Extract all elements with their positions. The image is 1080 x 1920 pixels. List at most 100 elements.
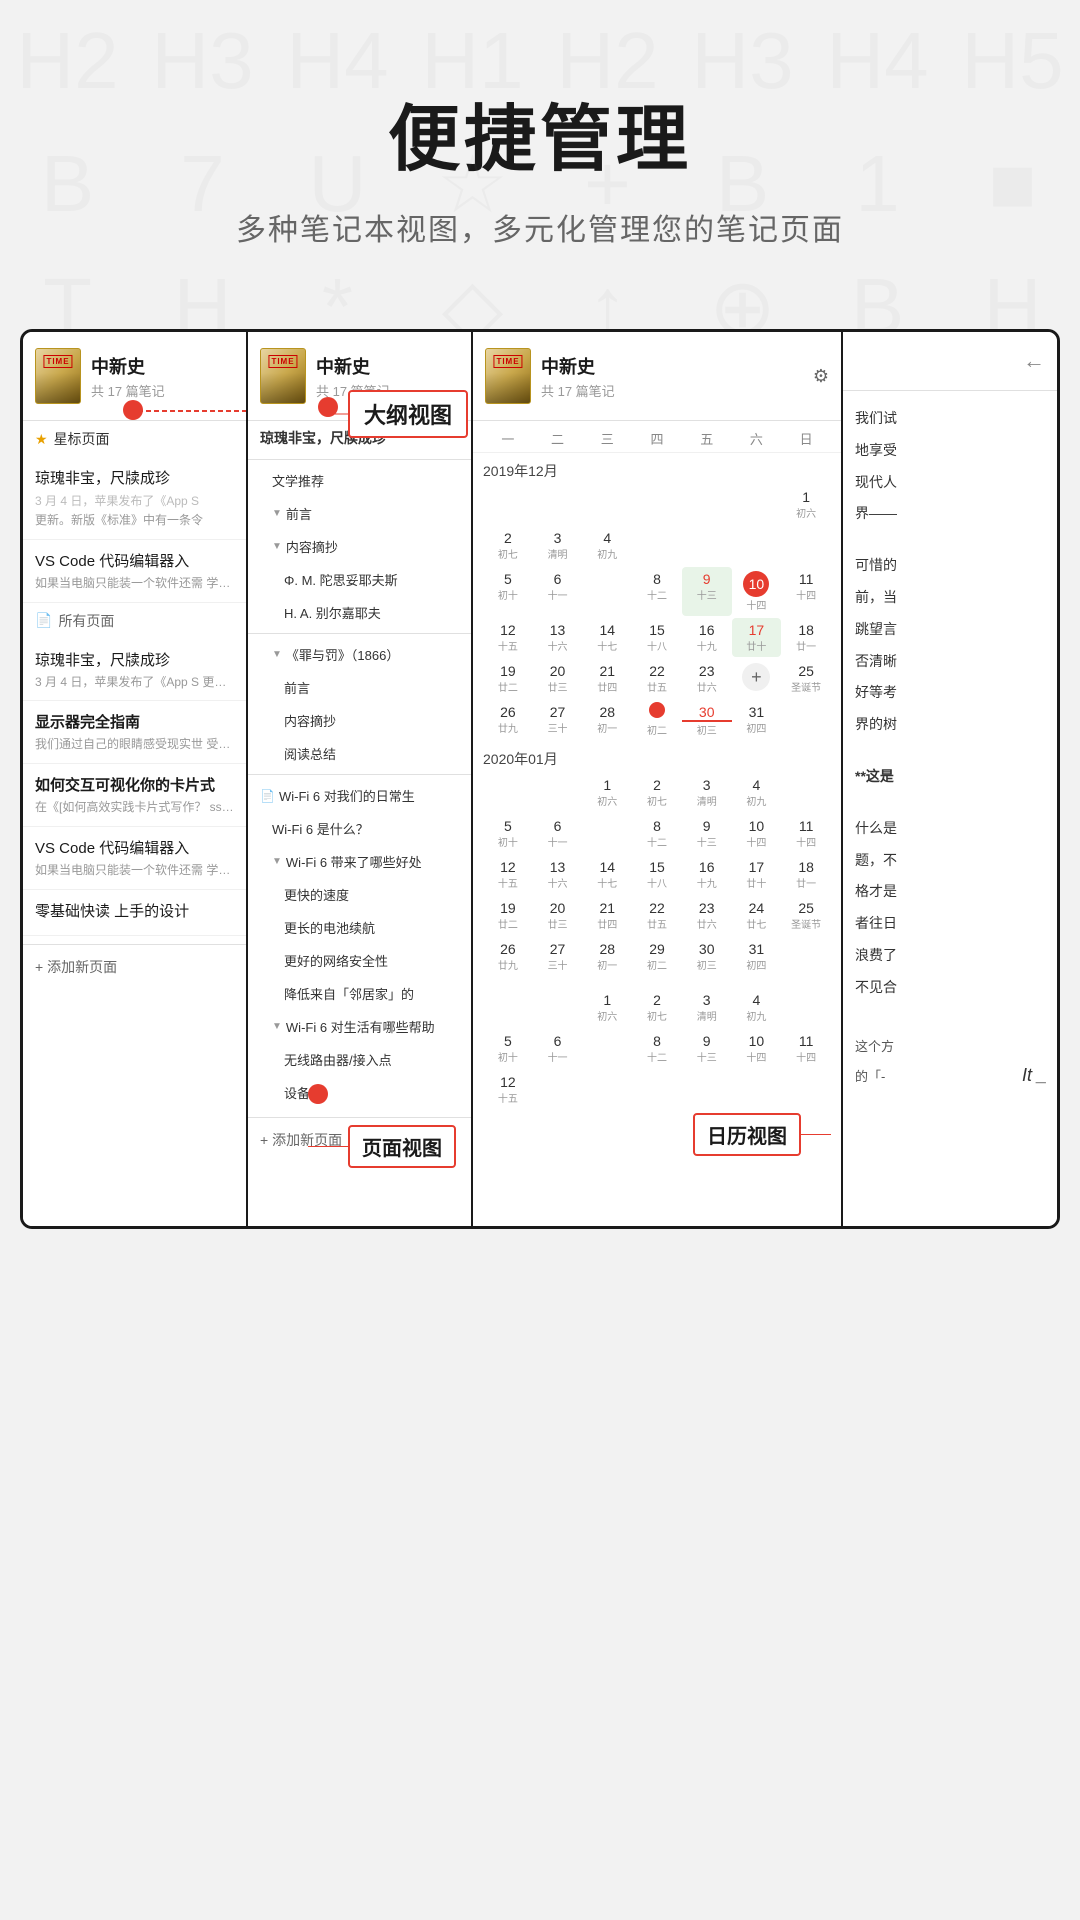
- cal-cell-jan23[interactable]: 23廿六: [682, 896, 732, 935]
- cal-cell-20[interactable]: 20廿三: [533, 659, 583, 698]
- outline-section-3[interactable]: ▼ 内容摘抄: [248, 530, 471, 563]
- cal-cell-p3[interactable]: 3清明: [682, 988, 732, 1027]
- cal-cell-15[interactable]: 15十八: [632, 618, 682, 657]
- outline-wifi-sub6[interactable]: 设备: [248, 1076, 471, 1109]
- cal-cell-jan28[interactable]: 28初一: [582, 937, 632, 976]
- cal-cell-11[interactable]: 11十四: [781, 567, 831, 616]
- list-item-5[interactable]: 如何交互可视化你的卡片式 在《[如何高效实践卡片式写作？ sspai.com/p…: [23, 764, 246, 827]
- cal-cell-29[interactable]: 初二: [632, 700, 682, 741]
- cal-cell-p10[interactable]: 10十四: [732, 1029, 782, 1068]
- outline-book1-s3[interactable]: 阅读总结: [248, 737, 471, 770]
- cal-cell-1[interactable]: 1初六: [781, 485, 831, 524]
- cal-cell[interactable]: [582, 567, 632, 616]
- outline-section-1[interactable]: 文学推荐: [248, 464, 471, 497]
- cal-cell-p1[interactable]: 1初六: [582, 988, 632, 1027]
- cal-cell-23[interactable]: 23廿六: [682, 659, 732, 698]
- cal-cell-jan5[interactable]: 5初十: [483, 814, 533, 853]
- cal-cell-22[interactable]: 22廿五: [632, 659, 682, 698]
- cal-cell[interactable]: [632, 526, 682, 565]
- outline-wifi-sub4[interactable]: 降低来自「邻居家」的: [248, 977, 471, 1010]
- cal-cell[interactable]: [533, 773, 583, 812]
- cal-cell-jan4[interactable]: 4初九: [732, 773, 782, 812]
- cal-cell-jan22[interactable]: 22廿五: [632, 896, 682, 935]
- cal-cell-jan9[interactable]: 9十三: [682, 814, 732, 853]
- add-page-button-list[interactable]: + 添加新页面: [23, 944, 246, 989]
- cal-cell[interactable]: [732, 526, 782, 565]
- cal-cell[interactable]: [582, 485, 632, 524]
- cal-cell-jan6[interactable]: 6十一: [533, 814, 583, 853]
- cal-cell-p5[interactable]: 5初十: [483, 1029, 533, 1068]
- cal-cell-26[interactable]: 26廿九: [483, 700, 533, 741]
- cal-cell[interactable]: [781, 988, 831, 1027]
- cal-cell-jan3[interactable]: 3清明: [682, 773, 732, 812]
- cal-cell-jan12[interactable]: 12十五: [483, 855, 533, 894]
- cal-cell-30[interactable]: 30初三: [682, 700, 732, 741]
- list-item-6[interactable]: VS Code 代码编辑器入 如果当电脑只能装一个软件还需 学习工作时，不知道你…: [23, 827, 246, 890]
- cal-cell[interactable]: [483, 485, 533, 524]
- outline-wifi-sub5[interactable]: 无线路由器/接入点: [248, 1043, 471, 1076]
- cal-cell[interactable]: [732, 485, 782, 524]
- cal-cell[interactable]: [781, 773, 831, 812]
- cal-cell[interactable]: [682, 526, 732, 565]
- cal-cell[interactable]: [483, 988, 533, 1027]
- cal-cell[interactable]: [781, 700, 831, 741]
- cal-cell-jan8[interactable]: 8十二: [632, 814, 682, 853]
- cal-cell-9[interactable]: 9十三: [682, 567, 732, 616]
- cal-cell-3[interactable]: 3清明: [533, 526, 583, 565]
- outline-book-1[interactable]: ▼ 《罪与罚》（1866）: [248, 638, 471, 671]
- cal-cell-jan19[interactable]: 19廿二: [483, 896, 533, 935]
- outline-book1-s2[interactable]: 内容摘抄: [248, 704, 471, 737]
- cal-cell[interactable]: [682, 485, 732, 524]
- cal-cell[interactable]: [582, 1029, 632, 1068]
- cal-cell-jan26[interactable]: 26廿九: [483, 937, 533, 976]
- cal-cell-p8[interactable]: 8十二: [632, 1029, 682, 1068]
- cal-cell-16[interactable]: 16十九: [682, 618, 732, 657]
- cal-cell-jan14[interactable]: 14十七: [582, 855, 632, 894]
- list-item-4[interactable]: 显示器完全指南 我们通过自己的眼睛感受现实世 受着毫无束缚的视野与绚烂缤纷: [23, 701, 246, 764]
- outline-item-2[interactable]: 📄 Wi-Fi 6 对我们的日常生: [248, 779, 471, 812]
- outline-book1-s1[interactable]: 前言: [248, 671, 471, 704]
- cal-cell-p11[interactable]: 11十四: [781, 1029, 831, 1068]
- cal-cell-p2[interactable]: 2初七: [632, 988, 682, 1027]
- cal-cell-5[interactable]: 5初十: [483, 567, 533, 616]
- cal-cell-jan2[interactable]: 2初七: [632, 773, 682, 812]
- cal-cell-p4[interactable]: 4初九: [732, 988, 782, 1027]
- cal-cell-p12[interactable]: 12十五: [483, 1070, 533, 1109]
- cal-cell[interactable]: [781, 526, 831, 565]
- outline-wifi-s3[interactable]: ▼ Wi-Fi 6 对生活有哪些帮助: [248, 1010, 471, 1043]
- cal-cell-jan11[interactable]: 11十四: [781, 814, 831, 853]
- list-item-2[interactable]: VS Code 代码编辑器入 如果当电脑只能装一个软件还需 学习工作时，不知道你…: [23, 540, 246, 603]
- cal-cell-8[interactable]: 8十二: [632, 567, 682, 616]
- cal-cell-25[interactable]: 25圣诞节: [781, 659, 831, 698]
- cal-cell-6[interactable]: 6十一: [533, 567, 583, 616]
- outline-wifi-sub2[interactable]: 更长的电池续航: [248, 911, 471, 944]
- outline-wifi-sub3[interactable]: 更好的网络安全性: [248, 944, 471, 977]
- cal-cell[interactable]: [533, 988, 583, 1027]
- cal-cell[interactable]: [533, 485, 583, 524]
- cal-cell[interactable]: [483, 773, 533, 812]
- gear-icon[interactable]: ⚙: [813, 366, 829, 387]
- list-item-3[interactable]: 琼瑰非宝，尺牍成珍 3 月 4 日，苹果发布了《App S 更新。新版《标准》中…: [23, 639, 246, 702]
- cal-cell-jan18[interactable]: 18廿一: [781, 855, 831, 894]
- cal-cell-27[interactable]: 27三十: [533, 700, 583, 741]
- cal-cell[interactable]: [632, 485, 682, 524]
- cal-cell-13[interactable]: 13十六: [533, 618, 583, 657]
- cal-cell-jan1[interactable]: 1初六: [582, 773, 632, 812]
- cal-cell-10[interactable]: 10十四: [732, 567, 782, 616]
- cal-cell-jan27[interactable]: 27三十: [533, 937, 583, 976]
- cal-cell[interactable]: [582, 814, 632, 853]
- cal-cell-jan13[interactable]: 13十六: [533, 855, 583, 894]
- cal-cell-31[interactable]: 31初四: [732, 700, 782, 741]
- cal-cell-14[interactable]: 14十七: [582, 618, 632, 657]
- cal-cell-jan17[interactable]: 17廿十: [732, 855, 782, 894]
- outline-wifi-s1[interactable]: Wi-Fi 6 是什么？: [248, 812, 471, 845]
- cal-cell-jan29[interactable]: 29初二: [632, 937, 682, 976]
- cal-cell-plus[interactable]: +: [732, 659, 782, 698]
- cal-cell-2[interactable]: 2初七: [483, 526, 533, 565]
- cal-cell-jan30[interactable]: 30初三: [682, 937, 732, 976]
- outline-wifi-s2[interactable]: ▼ Wi-Fi 6 带来了哪些好处: [248, 845, 471, 878]
- cal-cell-19[interactable]: 19廿二: [483, 659, 533, 698]
- list-item-1[interactable]: 琼瑰非宝，尺牍成珍 3 月 4 日，苹果发布了《App S 更新。新版《标准》中…: [23, 457, 246, 540]
- cal-cell-jan20[interactable]: 20廿三: [533, 896, 583, 935]
- cal-cell-jan16[interactable]: 16十九: [682, 855, 732, 894]
